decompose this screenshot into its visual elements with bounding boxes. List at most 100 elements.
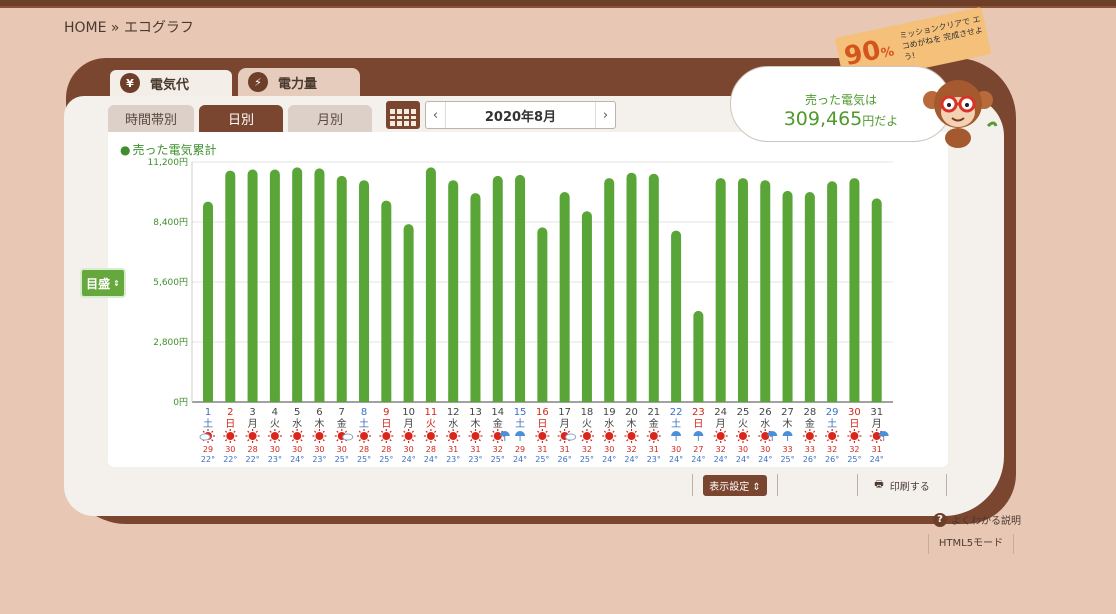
sun-icon (360, 432, 369, 440)
temp-low-label: 22° (223, 455, 237, 464)
sun-ray (403, 430, 406, 433)
temp-high-label: 28 (359, 445, 369, 454)
sun-ray (723, 439, 727, 442)
sun-ray (367, 430, 370, 433)
bar (581, 211, 592, 402)
bar (403, 224, 414, 402)
help-link[interactable]: ? よくわかる説明 (933, 512, 1021, 527)
sun-ray (804, 439, 807, 442)
bar (269, 169, 280, 402)
tab-electricity-cost[interactable]: ¥ 電気代 (108, 68, 234, 96)
weekday-label: 水 (604, 418, 614, 430)
temp-low-label: 26° (825, 455, 839, 464)
bar (626, 172, 637, 402)
bar (871, 198, 882, 402)
day-label: 2 (227, 407, 233, 418)
temp-high-label: 31 (649, 445, 659, 454)
sun-icon (738, 432, 747, 440)
sun-ray (300, 439, 303, 442)
sun-ray (403, 439, 406, 442)
day-label: 23 (692, 407, 705, 418)
day-label: 24 (714, 407, 727, 418)
sun-ray (835, 439, 838, 442)
temp-high-label: 32 (849, 445, 859, 454)
prev-month-button[interactable]: ‹ (426, 102, 446, 128)
temp-high-label: 31 (560, 445, 570, 454)
sun-ray (291, 430, 295, 433)
sun-ray (559, 430, 562, 433)
sun-ray (826, 439, 830, 442)
temp-low-label: 25° (491, 455, 505, 464)
weekday-label: 日 (849, 419, 859, 430)
sun-ray (211, 439, 214, 442)
bar (559, 192, 570, 402)
sun-ray (456, 430, 459, 433)
sun-icon (627, 432, 636, 440)
tab-monthly[interactable]: 月別 (288, 105, 372, 132)
bar (203, 201, 213, 402)
sun-ray (224, 430, 228, 433)
sun-ray (434, 439, 437, 442)
sun-ray (567, 430, 571, 433)
bar-base (247, 397, 258, 402)
temp-high-label: 31 (470, 445, 480, 454)
print-button[interactable]: 🖶 印刷する (857, 474, 947, 496)
temp-low-label: 24° (669, 455, 683, 464)
display-settings-wrap: 表示設定 ⇕ (692, 474, 778, 496)
sun-ray (826, 430, 830, 433)
display-settings-button[interactable]: 表示設定 ⇕ (703, 474, 767, 496)
date-navigator: ‹ 2020年8月 › (425, 101, 616, 129)
bar (715, 178, 726, 402)
weekday-label: 金 (805, 417, 815, 430)
scale-button[interactable]: 目盛 ⇕ (80, 268, 126, 298)
tab-daily[interactable]: 日別 (199, 105, 283, 132)
tab-electricity-amount[interactable]: ⚡ 電力量 (238, 68, 360, 96)
next-month-button[interactable]: › (595, 102, 615, 128)
sun-ray (425, 439, 428, 442)
bar-base (648, 397, 659, 402)
html5-mode-link[interactable]: HTML5モード (928, 534, 1014, 554)
bar-base (225, 397, 236, 402)
sun-icon (382, 432, 391, 440)
sun-ray (871, 439, 874, 442)
day-label: 28 (803, 407, 816, 418)
temp-high-label: 30 (314, 445, 324, 454)
sun-ray (314, 430, 317, 433)
weekday-label: 水 (292, 418, 302, 430)
bar (425, 167, 436, 402)
bar-base (737, 397, 748, 402)
temp-high-label: 32 (626, 445, 636, 454)
yen-icon: ¥ (120, 73, 140, 93)
cloud-icon (565, 433, 577, 441)
sun-ray (322, 439, 325, 442)
help-link-label: よくわかる説明 (951, 516, 1021, 527)
temp-low-label: 26° (803, 455, 817, 464)
sun-ray (500, 439, 504, 442)
sun-icon (449, 432, 458, 440)
weekday-label: 月 (248, 418, 258, 430)
sun-ray (626, 430, 629, 433)
temp-low-label: 23° (468, 455, 482, 464)
sun-ray (434, 430, 437, 433)
sun-ray (447, 430, 451, 433)
bar-base (359, 397, 370, 402)
weekday-label: 土 (359, 417, 369, 430)
temp-low-label: 24° (758, 455, 772, 464)
temp-high-label: 32 (582, 445, 592, 454)
sun-ray (380, 430, 384, 433)
question-icon: ? (933, 512, 947, 527)
temp-low-label: 25° (357, 455, 371, 464)
day-label: 10 (402, 407, 415, 418)
sun-ray (536, 430, 540, 433)
temp-high-label: 32 (493, 445, 503, 454)
sun-ray (300, 430, 303, 433)
sun-icon (293, 432, 302, 440)
sun-icon (805, 432, 814, 440)
weekday-label: 土 (515, 417, 525, 430)
bar-base (470, 397, 481, 402)
tab-hourly[interactable]: 時間帯別 (108, 105, 194, 132)
sun-ray (411, 439, 414, 442)
calendar-icon[interactable] (386, 101, 420, 129)
sun-ray (367, 439, 370, 442)
bar-base (827, 397, 838, 402)
